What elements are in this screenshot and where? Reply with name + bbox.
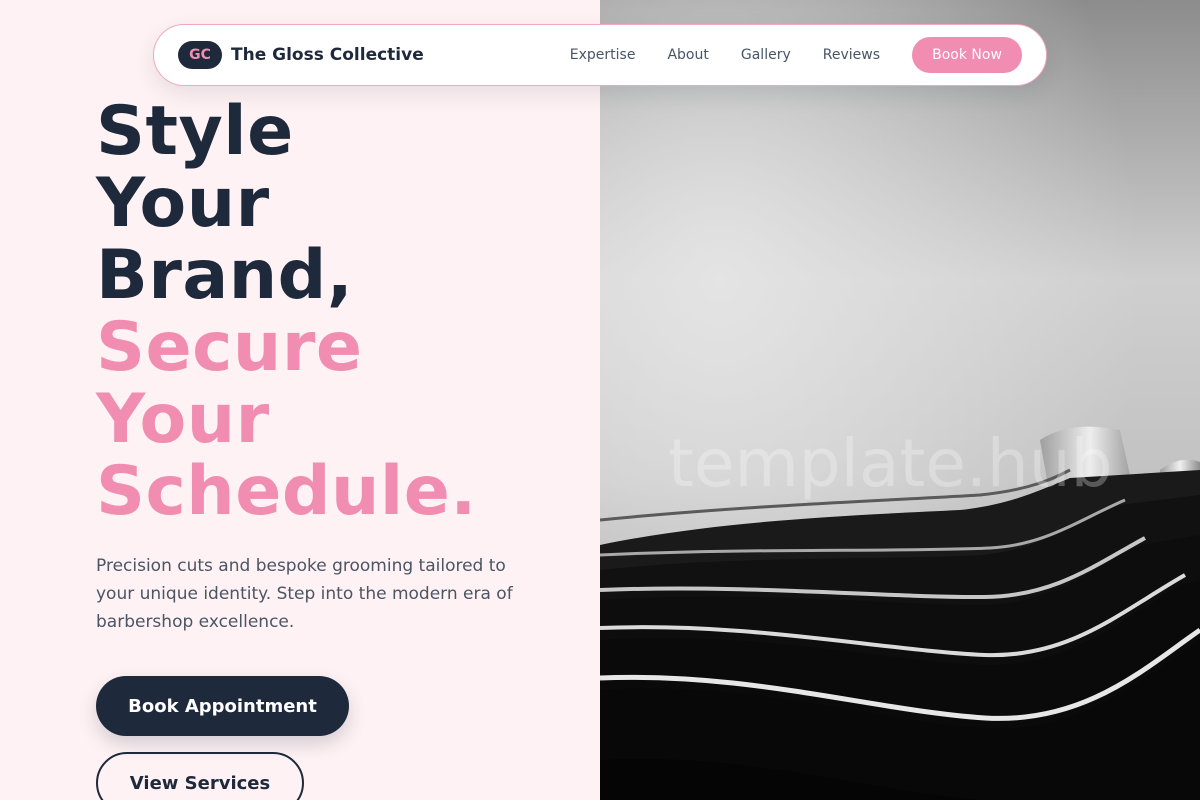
brand-logo[interactable]: GC The Gloss Collective [178,41,424,69]
nav-link-reviews[interactable]: Reviews [823,47,880,63]
hero-image: template.hub [600,0,1200,800]
hero-subtext: Precision cuts and bespoke grooming tail… [96,556,513,632]
headline-line: Your [96,164,270,243]
headline-line: Style [96,92,294,171]
nav-link-expertise[interactable]: Expertise [570,47,636,63]
book-now-button[interactable]: Book Now [912,37,1022,73]
brand-badge: GC [178,41,222,69]
book-appointment-button[interactable]: Book Appointment [96,676,349,736]
headline-accent-line: Your [96,380,270,459]
top-navbar: GC The Gloss Collective Expertise About … [153,24,1047,86]
watermark-text: template.hub [668,425,1113,502]
headline-accent-line: Schedule. [96,452,477,531]
barber-chair-photo [600,0,1200,800]
nav-links: Expertise About Gallery Reviews [570,47,880,63]
headline-accent-line: Secure [96,308,363,387]
brand-name: The Gloss Collective [231,45,424,65]
hero-headline: Style Your Brand, Secure Your Schedule. [96,96,576,528]
nav-link-about[interactable]: About [667,47,708,63]
view-services-button[interactable]: View Services [96,752,304,800]
nav-link-gallery[interactable]: Gallery [741,47,791,63]
headline-line: Brand, [96,236,354,315]
